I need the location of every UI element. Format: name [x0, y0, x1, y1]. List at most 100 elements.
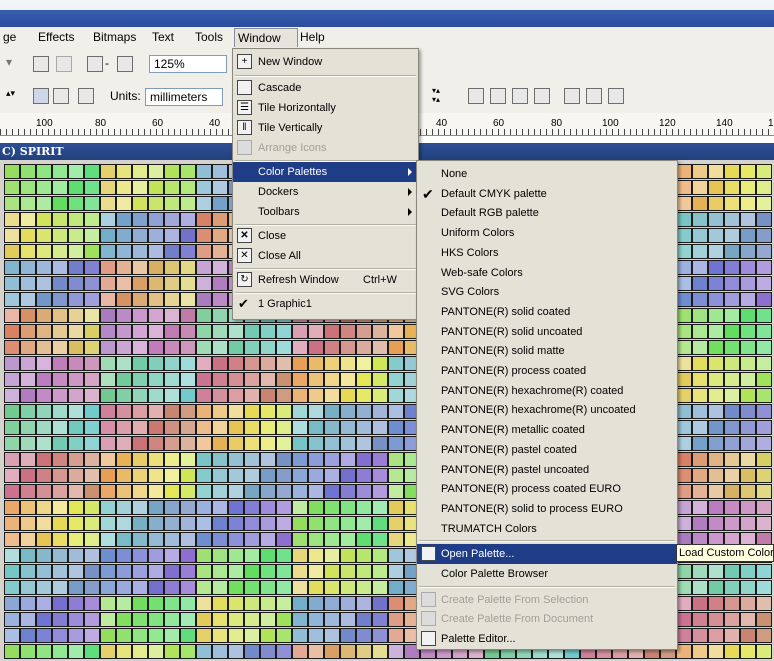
- snap-guides-icon[interactable]: [490, 88, 506, 104]
- spinner-icon[interactable]: ▴▾: [6, 88, 15, 99]
- color-swatch: [132, 276, 148, 291]
- color-swatch: [180, 180, 196, 195]
- color-swatch: [148, 196, 164, 211]
- menu-text[interactable]: Text: [149, 30, 177, 45]
- palette-item-pantone-r-solid-coated[interactable]: PANTONE(R) solid coated: [417, 302, 677, 322]
- color-swatch: [340, 468, 356, 483]
- color-swatch: [132, 420, 148, 435]
- corel-online-icon[interactable]: [56, 56, 72, 72]
- color-swatch: [132, 372, 148, 387]
- color-swatch: [324, 404, 340, 419]
- palette-item-trumatch-colors[interactable]: TRUMATCH Colors: [417, 519, 677, 539]
- color-swatch: [196, 532, 212, 547]
- color-swatch: [4, 276, 20, 291]
- nudge-icon[interactable]: [78, 88, 94, 104]
- color-swatch: [4, 420, 20, 435]
- palette-item-pantone-r-hexachrome-r-uncoated[interactable]: PANTONE(R) hexachrome(R) uncoated: [417, 400, 677, 420]
- spinner-right-icon[interactable]: ▾▴ ▾▴: [432, 86, 440, 104]
- menu-item-close[interactable]: ✕ Close: [233, 226, 418, 246]
- color-swatch: [212, 244, 228, 259]
- color-swatch: [708, 452, 724, 467]
- color-swatch: [164, 516, 180, 531]
- palette-item-pantone-r-pastel-uncoated[interactable]: PANTONE(R) pastel uncoated: [417, 460, 677, 480]
- color-swatch: [292, 596, 308, 611]
- color-swatch: [388, 468, 404, 483]
- menu-item-tile-vertically[interactable]: ‖ Tile Vertically: [233, 118, 418, 138]
- palette-item-hks-colors[interactable]: HKS Colors: [417, 243, 677, 263]
- color-swatch: [20, 532, 36, 547]
- color-swatch: [740, 500, 756, 515]
- palette-item-pantone-r-process-coated[interactable]: PANTONE(R) process coated: [417, 361, 677, 381]
- options-panel-icon[interactable]: [608, 88, 624, 104]
- zoom-level-combo[interactable]: 125%: [149, 55, 227, 73]
- color-swatch: [4, 468, 20, 483]
- palette-item-pantone-r-process-coated-euro[interactable]: PANTONE(R) process coated EURO: [417, 479, 677, 499]
- palette-item-pantone-r-hexachrome-r-coated[interactable]: PANTONE(R) hexachrome(R) coated: [417, 381, 677, 401]
- palette-item-open-palette[interactable]: Open Palette...: [417, 544, 677, 565]
- color-swatch: [260, 372, 276, 387]
- color-swatch: [244, 548, 260, 563]
- ruler-tick-label: 80: [551, 118, 563, 129]
- palette-item-pantone-r-solid-matte[interactable]: PANTONE(R) solid matte: [417, 341, 677, 361]
- menu-item-graphic1[interactable]: ✔ 1 Graphic1: [233, 294, 418, 314]
- palette-item-uniform-colors[interactable]: Uniform Colors: [417, 223, 677, 243]
- palette-item-default-cmyk-palette[interactable]: ✔ Default CMYK palette: [417, 184, 677, 204]
- color-swatch: [132, 468, 148, 483]
- color-swatch: [84, 164, 100, 179]
- color-swatch: [116, 196, 132, 211]
- draw-objects-icon[interactable]: [586, 88, 602, 104]
- portrait-icon[interactable]: [33, 88, 49, 104]
- color-swatch: [180, 580, 196, 595]
- color-swatch: [724, 500, 740, 515]
- menu-item-new-window[interactable]: + New Window: [233, 52, 418, 72]
- menu-item-refresh-window[interactable]: ↻ Refresh Window Ctrl+W: [233, 270, 418, 290]
- menu-effects[interactable]: Effects: [35, 30, 77, 45]
- dropdown-arrow-icon[interactable]: -: [105, 56, 109, 70]
- menu-help[interactable]: Help: [297, 30, 328, 45]
- menu-tools[interactable]: Tools: [192, 30, 226, 45]
- snap-objects-icon[interactable]: [512, 88, 528, 104]
- color-swatch: [116, 532, 132, 547]
- palette-item-pantone-r-pastel-coated[interactable]: PANTONE(R) pastel coated: [417, 440, 677, 460]
- palette-item-pantone-r-solid-to-process-euro[interactable]: PANTONE(R) solid to process EURO: [417, 499, 677, 519]
- palette-item-web-safe-colors[interactable]: Web-safe Colors: [417, 263, 677, 283]
- options-icon[interactable]: [117, 56, 133, 72]
- menu-item-close-all[interactable]: ✕ Close All: [233, 246, 418, 266]
- menu-item-tile-horizontally[interactable]: ☰ Tile Horizontally: [233, 98, 418, 118]
- menu-window[interactable]: Window: [234, 28, 298, 47]
- palette-item-default-rgb-palette[interactable]: Default RGB palette: [417, 203, 677, 223]
- palette-item-pantone-r-solid-uncoated[interactable]: PANTONE(R) solid uncoated: [417, 322, 677, 342]
- dynamic-guides-icon[interactable]: [534, 88, 550, 104]
- color-swatch: [180, 308, 196, 323]
- palette-item-palette-editor[interactable]: Palette Editor...: [417, 629, 677, 649]
- treat-as-filled-icon[interactable]: [564, 88, 580, 104]
- color-swatch: [100, 324, 116, 339]
- snap-grid-icon[interactable]: [468, 88, 484, 104]
- palette-item-color-palette-browser[interactable]: Color Palette Browser: [417, 564, 677, 584]
- units-select[interactable]: millimeters: [145, 88, 223, 106]
- welcome-icon[interactable]: [87, 56, 103, 72]
- color-swatch: [276, 548, 292, 563]
- palette-item-none[interactable]: None: [417, 164, 677, 184]
- menu-bitmaps[interactable]: Bitmaps: [90, 30, 139, 45]
- menu-item-label: New Window: [258, 56, 323, 68]
- color-swatch: [740, 596, 756, 611]
- menu-item-dockers[interactable]: Dockers: [233, 182, 418, 202]
- color-swatch: [164, 548, 180, 563]
- color-swatch: [52, 628, 68, 643]
- color-swatch: [36, 500, 52, 515]
- color-swatch: [36, 164, 52, 179]
- landscape-icon[interactable]: [53, 88, 69, 104]
- color-swatch: [52, 532, 68, 547]
- menu-item-cascade[interactable]: Cascade: [233, 78, 418, 98]
- color-swatch: [52, 324, 68, 339]
- application-launcher-icon[interactable]: [33, 56, 49, 72]
- color-swatch: [68, 244, 84, 259]
- palette-item-pantone-r-metallic-coated[interactable]: PANTONE(R) metallic coated: [417, 420, 677, 440]
- color-swatch: [84, 372, 100, 387]
- menu-item-toolbars[interactable]: Toolbars: [233, 202, 418, 222]
- toolbar-chevron-icon[interactable]: ▾: [6, 55, 12, 69]
- menu-page[interactable]: ge: [0, 30, 19, 45]
- menu-item-color-palettes[interactable]: Color Palettes: [233, 162, 418, 182]
- palette-item-svg-colors[interactable]: SVG Colors: [417, 282, 677, 302]
